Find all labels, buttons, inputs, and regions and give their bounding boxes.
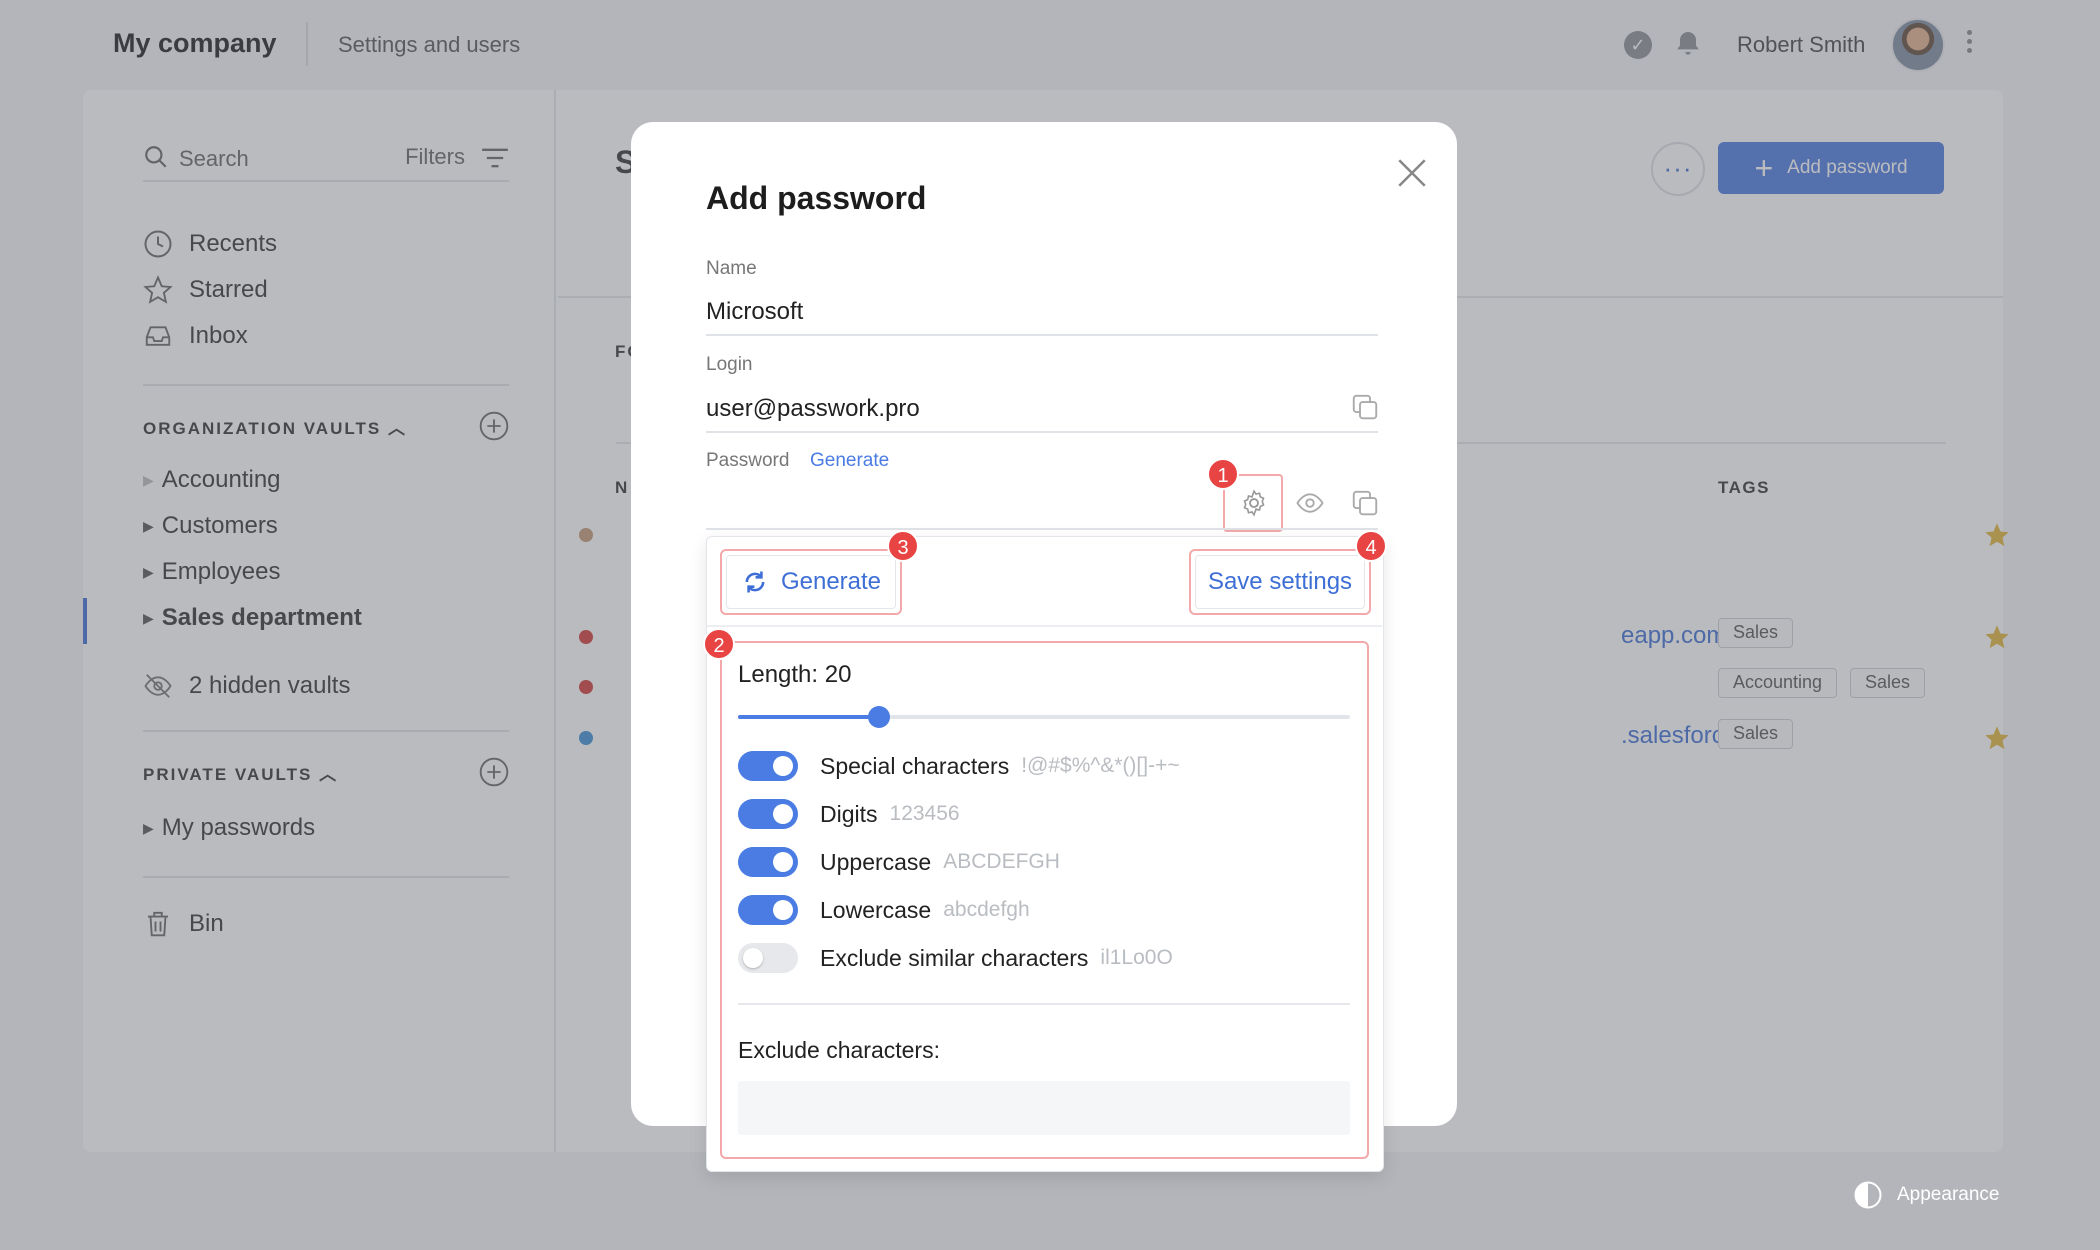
appearance-toggle[interactable]: Appearance (1853, 1180, 1999, 1210)
login-field[interactable]: user@passwork.pro (706, 395, 920, 423)
option-digits[interactable]: Digits 123456 (738, 797, 960, 831)
step-badge-4: 4 (1355, 530, 1387, 562)
toggle-switch[interactable] (738, 751, 798, 781)
field-underline (706, 528, 1378, 530)
toggle-switch[interactable] (738, 847, 798, 877)
length-slider[interactable] (738, 706, 1350, 728)
toggle-switch[interactable] (738, 943, 798, 973)
save-settings-button[interactable]: Save settings (1189, 549, 1371, 615)
divider (738, 1003, 1350, 1005)
close-icon[interactable] (1395, 156, 1429, 190)
toggle-switch[interactable] (738, 895, 798, 925)
modal-title: Add password (706, 180, 927, 216)
step-badge-3: 3 (887, 530, 919, 562)
login-label: Login (706, 354, 753, 375)
field-underline (706, 334, 1378, 336)
field-underline (706, 431, 1378, 433)
copy-icon[interactable] (1350, 488, 1380, 518)
copy-icon[interactable] (1350, 392, 1380, 422)
slider-thumb[interactable] (867, 706, 890, 728)
generate-button[interactable]: Generate (720, 549, 902, 615)
slider-fill (738, 715, 879, 719)
eye-icon[interactable] (1295, 488, 1325, 518)
name-field[interactable]: Microsoft (706, 298, 803, 326)
password-label: Password (706, 450, 790, 471)
gear-icon[interactable] (1239, 488, 1269, 518)
password-generator-panel: Generate Save settings Length: 20 Specia… (706, 536, 1384, 1172)
generator-options-panel: Length: 20 Special characters !@#$%^&*()… (720, 641, 1369, 1159)
toggle-switch[interactable] (738, 799, 798, 829)
option-special-characters[interactable]: Special characters !@#$%^&*()[]-+~ (738, 749, 1180, 783)
option-lowercase[interactable]: Lowercase abcdefgh (738, 893, 1030, 927)
generate-link[interactable]: Generate (810, 450, 889, 472)
exclude-characters-input[interactable] (738, 1081, 1350, 1135)
length-label: Length: 20 (738, 661, 852, 688)
refresh-icon (745, 571, 765, 593)
name-label: Name (706, 258, 757, 279)
divider (707, 625, 1382, 627)
step-badge-2: 2 (703, 628, 735, 660)
option-exclude-similar[interactable]: Exclude similar characters il1Lo0O (738, 941, 1173, 975)
option-uppercase[interactable]: Uppercase ABCDEFGH (738, 845, 1060, 879)
contrast-icon (1854, 1181, 1882, 1209)
step-badge-1: 1 (1207, 458, 1239, 490)
exclude-characters-label: Exclude characters: (738, 1037, 940, 1063)
